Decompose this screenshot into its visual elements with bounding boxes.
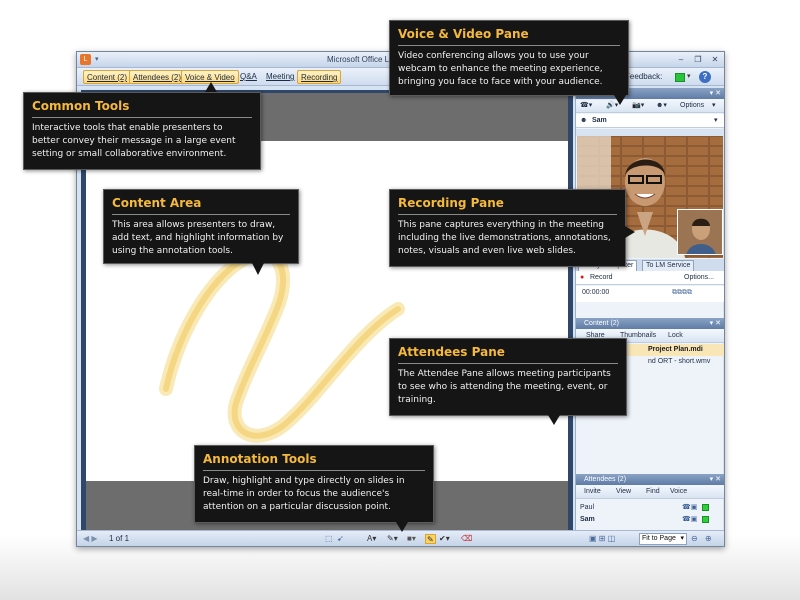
callout-content-area: Content Area This area allows presenters…	[103, 189, 299, 264]
callout-pointer	[625, 226, 635, 238]
callout-text: This area allows presenters to draw, add…	[112, 220, 284, 256]
attendee-name[interactable]: Paul	[580, 504, 594, 511]
callout-title: Attendees Pane	[398, 345, 618, 364]
attendee-name[interactable]: Sam	[580, 516, 595, 523]
callout-title: Content Area	[112, 196, 290, 215]
content-pane-title: Content (2)	[584, 320, 620, 327]
app-logo-icon[interactable]: L	[80, 54, 91, 65]
attendee-media-icon: ☎▣	[682, 504, 698, 511]
view-menu[interactable]: View	[616, 485, 631, 499]
eraser-tool-icon[interactable]: ⌫	[461, 534, 472, 544]
speaker-select[interactable]: ☻ Sam ▾	[576, 114, 724, 128]
zoom-select[interactable]: Fit to Page ▾	[639, 533, 687, 545]
callout-text: This pane captures everything in the mee…	[398, 220, 611, 256]
voice-menu[interactable]: Voice	[670, 485, 687, 499]
page-indicator: 1 of 1	[109, 534, 130, 543]
callout-voice-video-pane: Voice & Video Pane Video conferencing al…	[389, 20, 629, 96]
record-button[interactable]: Record	[590, 271, 613, 285]
options-button[interactable]: Options	[680, 99, 704, 113]
video-person-icon[interactable]: ☻▾	[656, 99, 667, 113]
menu-tab-content[interactable]: Content (2)	[83, 70, 132, 84]
highlighter-tool-icon[interactable]: ✎	[425, 534, 436, 544]
minimize-button[interactable]: ‒	[674, 54, 688, 65]
help-icon[interactable]: ?	[699, 71, 711, 83]
find-button[interactable]: Find	[646, 485, 660, 499]
callout-pointer	[205, 82, 217, 92]
shape-tool-icon[interactable]: ■▾	[407, 534, 416, 544]
attendee-status-icon	[702, 504, 709, 511]
callout-attendees-pane: Attendees Pane The Attendee Pane allows …	[389, 338, 627, 416]
select-tool-icon[interactable]: ⬚	[325, 534, 333, 544]
pointer-tool-icon[interactable]: ➹	[337, 534, 344, 544]
callout-title: Recording Pane	[398, 196, 617, 215]
attendee-media-icon: ☎▣	[682, 516, 698, 523]
tab-to-lm-service[interactable]: To LM Service	[642, 260, 695, 271]
recording-timer-row: 00:00:00 ⧉⧉⧉⧉	[576, 286, 724, 302]
attendees-pane-controls-icon[interactable]: ▾ ✕	[710, 474, 721, 485]
recording-timer: 00:00:00	[582, 289, 610, 296]
feedback-status-icon[interactable]	[675, 73, 685, 82]
menu-tab-qa[interactable]: Q&A	[237, 70, 260, 84]
callout-text: Interactive tools that enable presenters…	[32, 123, 236, 159]
options-dropdown-icon[interactable]: ▾	[712, 99, 716, 113]
content-pane-controls-icon[interactable]: ▾ ✕	[710, 318, 721, 329]
menu-tab-recording[interactable]: Recording	[297, 70, 342, 84]
callout-recording-pane: Recording Pane This pane captures everyt…	[389, 189, 626, 267]
callout-pointer	[396, 522, 408, 532]
callout-text: Video conferencing allows you to use you…	[398, 51, 603, 87]
window-title: Microsoft Office Liv	[327, 55, 395, 64]
callout-pointer	[548, 415, 560, 425]
callout-common-tools: Common Tools Interactive tools that enab…	[23, 92, 261, 170]
callout-pointer	[614, 95, 626, 105]
zoom-out-icon[interactable]: ⊖	[691, 534, 698, 544]
maximize-button[interactable]: ❐	[691, 54, 705, 65]
view-mode-icon[interactable]: ▣ ⊞ ◫	[589, 534, 615, 544]
callout-pointer	[252, 263, 264, 275]
speaker-person-icon: ☻	[580, 117, 588, 124]
recording-controls-icon[interactable]: ⧉⧉⧉⧉	[672, 286, 692, 300]
chevron-down-icon[interactable]: ▾	[680, 534, 684, 544]
invite-menu[interactable]: Invite	[584, 485, 601, 499]
attendees-pane-title: Attendees (2)	[584, 476, 627, 483]
prev-slide-icon[interactable]: ◀ ▶	[83, 534, 98, 544]
text-tool-icon[interactable]: A▾	[367, 534, 376, 544]
record-dot-icon: ●	[580, 274, 585, 281]
attendees-pane-header[interactable]: Attendees (2) ▾ ✕	[576, 474, 724, 485]
callout-title: Annotation Tools	[203, 452, 425, 471]
content-item[interactable]: nd ORT - short.wmv	[648, 358, 710, 365]
feedback-dropdown-icon[interactable]: ▾	[687, 72, 691, 80]
self-video-thumbnail[interactable]	[677, 209, 723, 255]
thumbnail-person-image	[678, 210, 722, 254]
callout-text: The Attendee Pane allows meeting partici…	[398, 369, 611, 405]
callout-annotation-tools: Annotation Tools Draw, highlight and typ…	[194, 445, 434, 523]
zoom-in-icon[interactable]: ⊕	[705, 534, 712, 544]
callout-title: Voice & Video Pane	[398, 27, 620, 46]
phone-icon[interactable]: ☎▾	[580, 99, 592, 113]
check-tool-icon[interactable]: ✔▾	[439, 534, 450, 544]
video-spacer	[576, 129, 724, 136]
lock-menu[interactable]: Lock	[668, 329, 683, 343]
callout-title: Common Tools	[32, 99, 252, 118]
voice-video-toolbar: ☎▾ 🔊▾ 📷▾ ☻▾ Options ▾	[576, 99, 724, 113]
content-pane-header[interactable]: Content (2) ▾ ✕	[576, 318, 724, 329]
chevron-down-icon[interactable]: ▾	[714, 114, 718, 128]
zoom-value: Fit to Page	[642, 535, 676, 542]
side-pane: ▾ ✕ ☎▾ 🔊▾ 📷▾ ☻▾ Options ▾ ☻ Sam ▾ To LM …	[575, 88, 724, 530]
attendees-toolbar: Invite View Find Voice	[576, 485, 724, 499]
menu-tab-meeting[interactable]: Meeting	[263, 70, 297, 84]
bottom-toolbar: ◀ ▶ 1 of 1 ⬚ ➹ A▾ ✎▾ ■▾ ✎ ✔▾ ⌫ ▣ ⊞ ◫ Fit…	[77, 530, 724, 546]
pane-collapse-icon[interactable]: ▾ ✕	[710, 88, 721, 99]
window-controls: ‒ ❐ ✕	[674, 54, 722, 65]
close-button[interactable]: ✕	[708, 54, 722, 65]
menu-tab-attendees[interactable]: Attendees (2)	[129, 70, 186, 84]
pen-tool-icon[interactable]: ✎▾	[387, 534, 398, 544]
quick-access-menu[interactable]: ▾	[95, 55, 99, 63]
callout-text: Draw, highlight and type directly on sli…	[203, 476, 405, 512]
feedback-label: Feedback:	[625, 72, 663, 81]
recording-options-button[interactable]: Options...	[684, 271, 714, 285]
webcam-icon[interactable]: 📷▾	[632, 99, 644, 113]
speaker-name: Sam	[592, 117, 607, 124]
recording-toolbar: ● Record Options...	[576, 271, 724, 285]
attendee-status-icon	[702, 516, 709, 523]
